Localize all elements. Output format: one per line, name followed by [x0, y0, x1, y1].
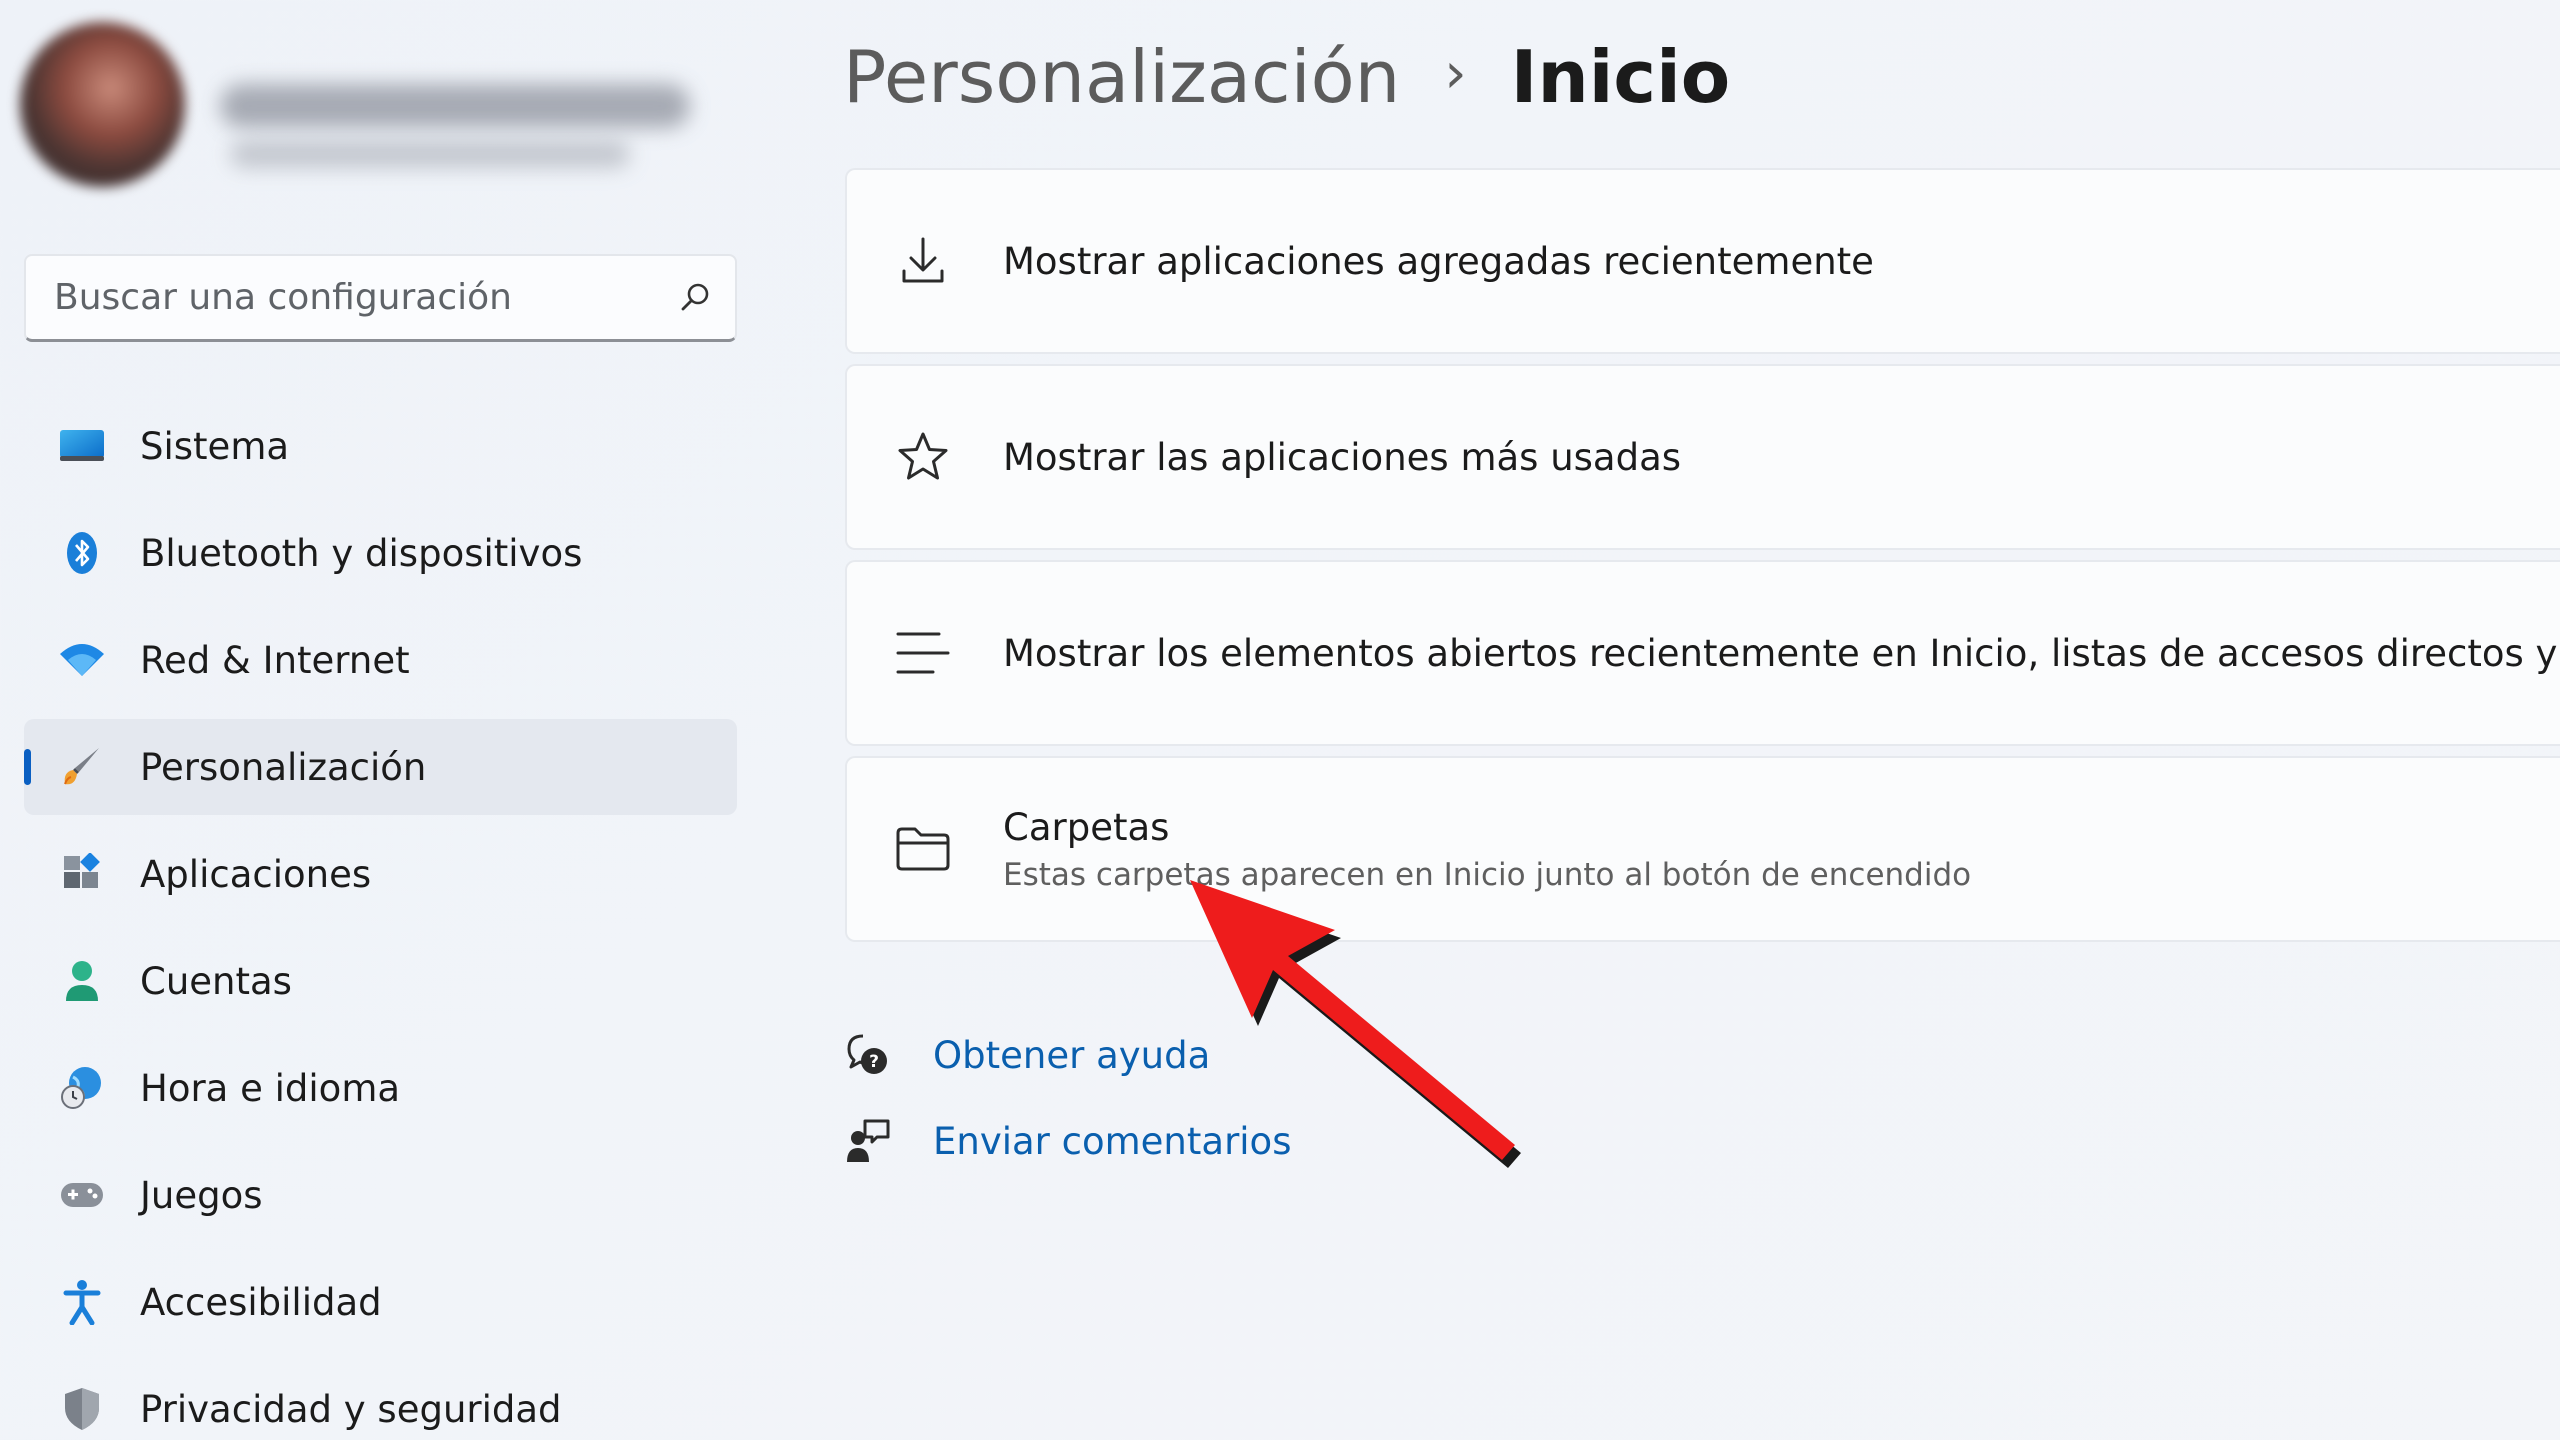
sidebar-item-sistema[interactable]: Sistema: [24, 398, 737, 494]
sidebar-item-red[interactable]: Red & Internet: [24, 612, 737, 708]
help-links: ? Obtener ayuda Enviar comentarios: [843, 1020, 1291, 1192]
sidebar-item-accesibilidad[interactable]: Accesibilidad: [24, 1254, 737, 1350]
sidebar-item-label: Privacidad y seguridad: [140, 1387, 562, 1431]
setting-recently-added-apps[interactable]: Mostrar aplicaciones agregadas recientem…: [845, 168, 2560, 354]
profile-name-blurred: [220, 84, 690, 128]
sidebar-item-bluetooth[interactable]: Bluetooth y dispositivos: [24, 505, 737, 601]
avatar[interactable]: [20, 22, 185, 187]
page-title: Inicio: [1510, 35, 1731, 119]
sidebar-item-label: Aplicaciones: [140, 852, 372, 896]
apps-icon: [52, 844, 112, 904]
setting-title: Carpetas: [1003, 805, 1170, 849]
gamepad-icon: [52, 1165, 112, 1225]
send-feedback-row[interactable]: Enviar comentarios: [843, 1106, 1291, 1176]
setting-most-used-apps[interactable]: Mostrar las aplicaciones más usadas: [845, 364, 2560, 550]
bluetooth-icon: [52, 523, 112, 583]
search-input[interactable]: [26, 256, 655, 339]
sidebar-item-personalizacion[interactable]: Personalización: [24, 719, 737, 815]
sidebar-item-label: Personalización: [140, 745, 427, 789]
brush-icon: [52, 737, 112, 797]
sidebar-item-juegos[interactable]: Juegos: [24, 1147, 737, 1243]
setting-title: Mostrar las aplicaciones más usadas: [1003, 435, 1682, 479]
shield-icon: [52, 1379, 112, 1439]
star-icon: [891, 425, 955, 489]
feedback-icon: [843, 1116, 893, 1166]
send-feedback-link[interactable]: Enviar comentarios: [933, 1120, 1291, 1163]
accessibility-icon: [52, 1272, 112, 1332]
sidebar-item-label: Hora e idioma: [140, 1066, 401, 1110]
breadcrumb-parent[interactable]: Personalización: [843, 35, 1400, 119]
setting-description: Estas carpetas aparecen en Inicio junto …: [1003, 856, 1972, 893]
setting-title: Mostrar aplicaciones agregadas recientem…: [1003, 239, 1874, 283]
person-icon: [52, 951, 112, 1011]
search-icon[interactable]: [655, 258, 735, 338]
setting-title: Mostrar los elementos abiertos recientem…: [1003, 631, 2560, 675]
sidebar-item-cuentas[interactable]: Cuentas: [24, 933, 737, 1029]
search-box[interactable]: [24, 254, 737, 342]
profile-email-blurred: [230, 140, 630, 168]
sidebar-item-label: Bluetooth y dispositivos: [140, 531, 583, 575]
sidebar-item-label: Cuentas: [140, 959, 292, 1003]
sidebar-item-hora[interactable]: Hora e idioma: [24, 1040, 737, 1136]
folder-icon: [891, 817, 955, 881]
sidebar-item-label: Juegos: [140, 1173, 263, 1217]
sidebar-item-label: Sistema: [140, 424, 290, 468]
download-icon: [891, 229, 955, 293]
get-help-link[interactable]: Obtener ayuda: [933, 1034, 1210, 1077]
list-icon: [891, 621, 955, 685]
user-profile[interactable]: [20, 22, 740, 192]
help-chat-icon: ?: [843, 1030, 893, 1080]
settings-list: Mostrar aplicaciones agregadas recientem…: [845, 168, 2560, 952]
sidebar-item-label: Red & Internet: [140, 638, 410, 682]
chevron-right-icon: ›: [1444, 40, 1467, 106]
globe-clock-icon: [52, 1058, 112, 1118]
sidebar-item-aplicaciones[interactable]: Aplicaciones: [24, 826, 737, 922]
svg-text:?: ?: [869, 1052, 879, 1072]
breadcrumb: Personalización › Inicio: [843, 32, 1730, 122]
setting-folders[interactable]: Carpetas Estas carpetas aparecen en Inic…: [845, 756, 2560, 942]
sidebar-item-label: Accesibilidad: [140, 1280, 382, 1324]
monitor-icon: [52, 416, 112, 476]
sidebar-item-privacidad[interactable]: Privacidad y seguridad: [24, 1361, 737, 1440]
get-help-row[interactable]: ? Obtener ayuda: [843, 1020, 1291, 1090]
setting-recently-opened-items[interactable]: Mostrar los elementos abiertos recientem…: [845, 560, 2560, 746]
sidebar-nav: Sistema Bluetooth y dispositivos Red & I…: [24, 398, 737, 1440]
wifi-icon: [52, 630, 112, 690]
